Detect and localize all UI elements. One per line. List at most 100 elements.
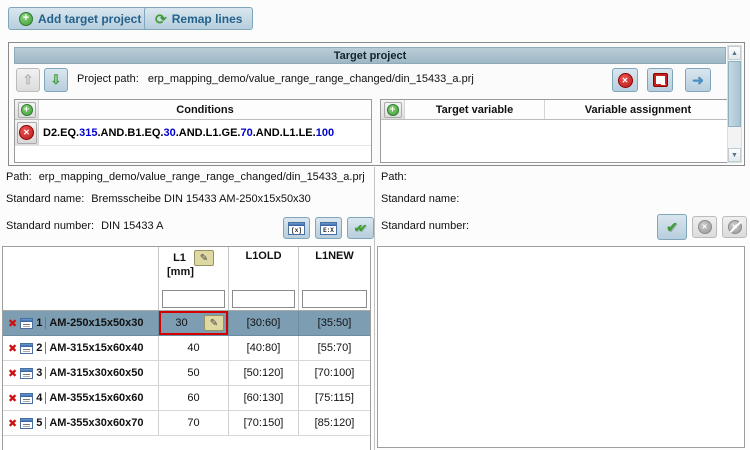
remap-lines-button[interactable]: ⟳ Remap lines (144, 7, 254, 30)
source-standard-number-label: Standard number: (6, 220, 95, 232)
result-row[interactable]: ✖ 3 AM-315x30x60x50 50 [50:120] [70:100] (3, 361, 370, 386)
delete-circle-x-icon: ✕ (617, 72, 633, 88)
target-path-label: Path: (381, 171, 407, 183)
delete-row-icon[interactable]: ✖ (8, 317, 17, 330)
condition-segment: .AND.L1.LE. (252, 126, 316, 139)
result-row[interactable]: ✖ 1 AM-250x15x50x30 30 ✎ [30:60] [35:50] (3, 311, 370, 336)
add-plus-icon: + (19, 11, 33, 26)
assignments-table: + Target variable Variable assignment (380, 99, 732, 163)
plus-icon: + (386, 103, 399, 116)
result-row[interactable]: ✖ 4 AM-355x15x60x60 60 [60:130] [75:115] (3, 386, 370, 411)
target-standard-name-line: Standard name: (381, 193, 466, 205)
panel-scrollbar[interactable]: ▲ ▼ (727, 45, 742, 163)
variable-window-icon[interactable] (20, 367, 34, 379)
condition-segment: .AND.L1.GE. (175, 126, 241, 139)
l1old-value-cell[interactable]: [50:120] (229, 361, 299, 385)
confirm-button[interactable]: ✔ (657, 214, 687, 240)
l1new-filter-input[interactable] (302, 289, 367, 308)
check-icon: ✔ (666, 218, 678, 235)
target-project-title: Target project (14, 47, 726, 64)
add-target-project-button[interactable]: + Add target project (8, 7, 153, 30)
l1-header-cell[interactable]: L1 ✎ [mm] (159, 247, 229, 287)
source-standard-name-label: Standard name: (6, 193, 85, 205)
goto-target-project-button[interactable]: ➜ (685, 68, 711, 92)
variable-window-icon: [x] (288, 221, 305, 235)
l1-value: 70 (187, 417, 200, 429)
move-down-button[interactable]: ⇩ (44, 68, 68, 92)
condition-expression[interactable]: D2.EQ. 315 .AND.B1.EQ. 30 .AND.L1.GE. 70 .AND.… (39, 120, 371, 145)
delete-row-icon[interactable]: ✖ (8, 342, 17, 355)
l1old-value-cell[interactable]: [70:150] (229, 411, 299, 435)
delete-condition-button[interactable]: ✕ (16, 121, 37, 144)
variable-window-icon[interactable] (20, 317, 34, 329)
l1-value-cell[interactable]: 30 ✎ (159, 311, 229, 335)
double-check-icon: ✔✔ (353, 222, 368, 235)
edit-column-button[interactable]: ✎ (193, 250, 214, 266)
delete-row-icon[interactable]: ✖ (8, 367, 17, 380)
row-index: 4 (36, 392, 43, 404)
add-assignment-cell: + (381, 100, 405, 119)
target-standard-number-label: Standard number: (381, 220, 470, 232)
up-arrow-icon: ⇧ (22, 72, 34, 87)
target-rows-panel[interactable] (377, 246, 745, 448)
edit-value-button[interactable]: ✎ (204, 315, 224, 331)
l1new-value-cell[interactable]: [55:70] (299, 336, 370, 360)
result-row[interactable]: ✖ 2 AM-315x15x60x40 40 [40:80] [55:70] (3, 336, 370, 361)
scroll-thumb[interactable] (728, 61, 741, 127)
l1new-value-cell[interactable]: [85:120] (299, 411, 370, 435)
l1-value-cell[interactable]: 70 (159, 411, 229, 435)
l1old-value-cell[interactable]: [40:80] (229, 336, 299, 360)
delete-row-icon[interactable]: ✖ (8, 392, 17, 405)
l1old-value-cell[interactable]: [60:130] (229, 386, 299, 410)
l1-value-cell[interactable]: 50 (159, 361, 229, 385)
l1old-value-cell[interactable]: [30:60] (229, 311, 299, 335)
l1new-value: [75:115] (315, 392, 354, 404)
l1new-value: [55:70] (317, 342, 352, 354)
source-rows-table: L1 ✎ [mm] L1OLD L1NEW ✖ 1 AM-250x15x50x30 3… (2, 246, 371, 450)
l1old-header-cell[interactable]: L1OLD (229, 247, 299, 287)
show-variable-names-button[interactable]: [x] (283, 217, 310, 239)
row-label: AM-315x30x60x50 (45, 367, 144, 379)
show-expressions-button[interactable]: E:X (315, 217, 342, 239)
variable-window-icon[interactable] (20, 392, 34, 404)
reject-button[interactable]: ✕ (692, 216, 717, 238)
row-label: AM-355x15x60x60 (45, 392, 144, 404)
l1old-filter-input[interactable] (232, 289, 295, 308)
target-standard-number-line: Standard number: (381, 220, 476, 232)
l1old-column-name: L1OLD (245, 250, 282, 262)
reject-all-button[interactable]: ✕ (722, 216, 747, 238)
l1new-value-cell[interactable]: [35:50] (299, 311, 370, 335)
variable-assignment-header: Variable assignment (584, 103, 692, 116)
l1-filter-input[interactable] (162, 289, 225, 308)
variable-window-icon[interactable] (20, 342, 34, 354)
row-label-cell: ✖ 3 AM-315x30x60x50 (3, 361, 159, 385)
apply-all-button[interactable]: ✔✔ (347, 217, 374, 239)
delete-row-icon[interactable]: ✖ (8, 417, 17, 430)
add-target-project-label: Add target project (38, 11, 142, 26)
l1new-value: [85:120] (314, 417, 355, 429)
l1new-header-cell[interactable]: L1NEW (299, 247, 370, 287)
l1new-value-cell[interactable]: [70:100] (299, 361, 370, 385)
source-standard-number-line: Standard number: DIN 15433 A (6, 220, 163, 232)
results-filter-row (3, 287, 370, 311)
target-standard-name-label: Standard name: (381, 193, 460, 205)
target-toolbar: ✔ ✕ ✕ (657, 214, 747, 240)
result-row[interactable]: ✖ 5 AM-355x30x60x70 70 [70:150] [85:120] (3, 411, 370, 436)
scroll-up-icon[interactable]: ▲ (728, 46, 741, 60)
add-assignment-button[interactable]: + (383, 101, 402, 118)
move-up-button[interactable]: ⇧ (16, 68, 40, 92)
open-project-editor-button[interactable] (647, 68, 673, 92)
l1-value-cell[interactable]: 60 (159, 386, 229, 410)
condition-segment: 30 (163, 126, 176, 139)
l1-value-cell[interactable]: 40 (159, 336, 229, 360)
condition-row[interactable]: ✕ D2.EQ. 315 .AND.B1.EQ. 30 .AND.L1.GE. 70 .AN… (15, 120, 371, 146)
delete-target-project-button[interactable]: ✕ (612, 68, 638, 92)
pencil-icon: ✎ (199, 252, 209, 264)
l1new-value-cell[interactable]: [75:115] (299, 386, 370, 410)
condition-segment: 70 (240, 126, 253, 139)
scroll-down-icon[interactable]: ▼ (728, 148, 741, 162)
row-label-cell: ✖ 4 AM-355x15x60x60 (3, 386, 159, 410)
row-index: 3 (36, 367, 43, 379)
add-condition-button[interactable]: + (17, 101, 36, 118)
variable-window-icon[interactable] (20, 417, 34, 429)
